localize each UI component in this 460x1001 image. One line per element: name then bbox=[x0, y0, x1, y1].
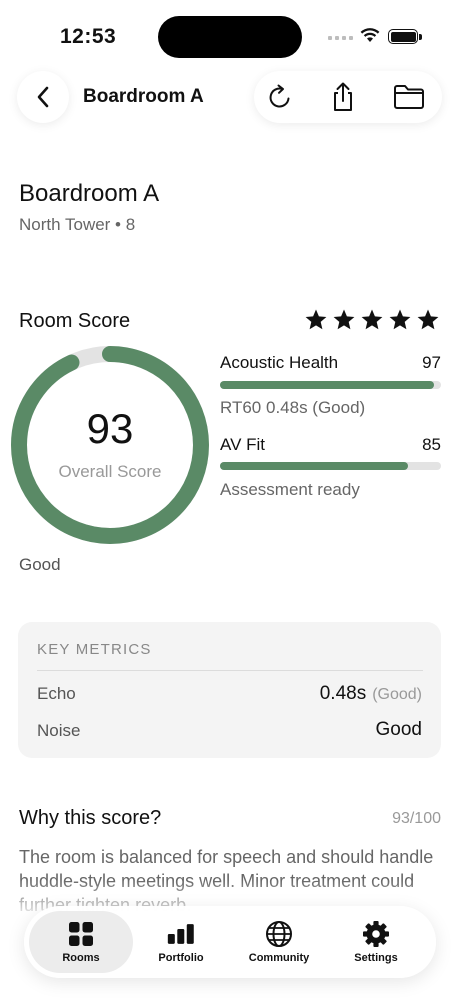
star-rating bbox=[304, 308, 440, 332]
star-icon bbox=[417, 309, 439, 330]
gear-icon bbox=[362, 920, 390, 947]
tab-rooms-label: Rooms bbox=[62, 951, 100, 964]
av-fit-note: Assessment ready bbox=[220, 480, 360, 499]
battery-icon bbox=[388, 29, 422, 44]
folder-icon bbox=[394, 85, 424, 109]
echo-value: 0.48s (Good) bbox=[320, 683, 422, 705]
av-fit-bar bbox=[220, 462, 441, 470]
av-fit-value: 85 bbox=[422, 435, 441, 454]
av-fit-label: AV Fit bbox=[220, 435, 266, 454]
echo-label: Echo bbox=[37, 684, 76, 703]
bar-chart-icon bbox=[167, 921, 195, 947]
dynamic-island bbox=[158, 16, 302, 58]
share-icon bbox=[334, 82, 352, 111]
wifi-icon bbox=[360, 28, 380, 42]
divider bbox=[37, 670, 423, 671]
folder-button[interactable] bbox=[393, 81, 425, 113]
acoustic-health-bar bbox=[220, 381, 441, 389]
acoustic-health-bar-fill bbox=[220, 381, 435, 389]
acoustic-health-note: RT60 0.48s (Good) bbox=[220, 398, 366, 417]
room-title: Boardroom A bbox=[19, 180, 160, 207]
grid-icon bbox=[67, 921, 95, 947]
tab-settings-label: Settings bbox=[354, 951, 398, 964]
room-subtitle: North Tower • 8 bbox=[19, 215, 136, 234]
refresh-button[interactable] bbox=[264, 81, 296, 113]
share-button[interactable] bbox=[327, 81, 359, 113]
noise-label: Noise bbox=[37, 721, 81, 740]
refresh-icon bbox=[269, 84, 290, 108]
tab-community[interactable]: Community bbox=[227, 911, 331, 973]
action-toolbar bbox=[254, 71, 442, 123]
score-band: Good bbox=[19, 555, 61, 574]
back-button[interactable] bbox=[17, 71, 69, 123]
room-score-heading: Room Score bbox=[19, 310, 131, 332]
echo-value-text: 0.48s bbox=[319, 683, 367, 704]
overall-score-label: Overall Score bbox=[58, 462, 162, 481]
tab-community-label: Community bbox=[248, 951, 310, 964]
tab-settings[interactable]: Settings bbox=[324, 911, 428, 973]
acoustic-health-value: 97 bbox=[422, 353, 441, 372]
nav-title: Boardroom A bbox=[83, 86, 204, 107]
echo-qualifier: (Good) bbox=[372, 686, 422, 703]
tab-portfolio-label: Portfolio bbox=[158, 951, 204, 964]
key-metrics-card: KEY METRICS Echo 0.48s (Good) Noise Good bbox=[18, 622, 441, 758]
tab-bar: Rooms Portfolio Community Settings bbox=[24, 906, 436, 978]
key-metrics-title: KEY METRICS bbox=[37, 641, 152, 658]
star-icon bbox=[305, 309, 327, 330]
why-score-value: 93/100 bbox=[392, 810, 441, 827]
star-icon bbox=[333, 309, 355, 330]
why-score-heading: Why this score? bbox=[19, 807, 162, 829]
tab-portfolio[interactable]: Portfolio bbox=[129, 911, 233, 973]
av-fit-bar-fill bbox=[220, 462, 408, 470]
tab-rooms[interactable]: Rooms bbox=[29, 911, 133, 973]
star-icon bbox=[361, 309, 383, 330]
status-bar: 12:53 bbox=[0, 0, 460, 70]
acoustic-health-label: Acoustic Health bbox=[220, 353, 339, 372]
cellular-signal-icon bbox=[328, 36, 353, 40]
globe-icon bbox=[265, 920, 293, 947]
star-icon bbox=[389, 309, 411, 330]
chevron-left-icon bbox=[37, 86, 49, 108]
status-time: 12:53 bbox=[60, 25, 117, 48]
overall-score-value: 93 bbox=[86, 405, 134, 452]
noise-value: Good bbox=[375, 719, 422, 740]
